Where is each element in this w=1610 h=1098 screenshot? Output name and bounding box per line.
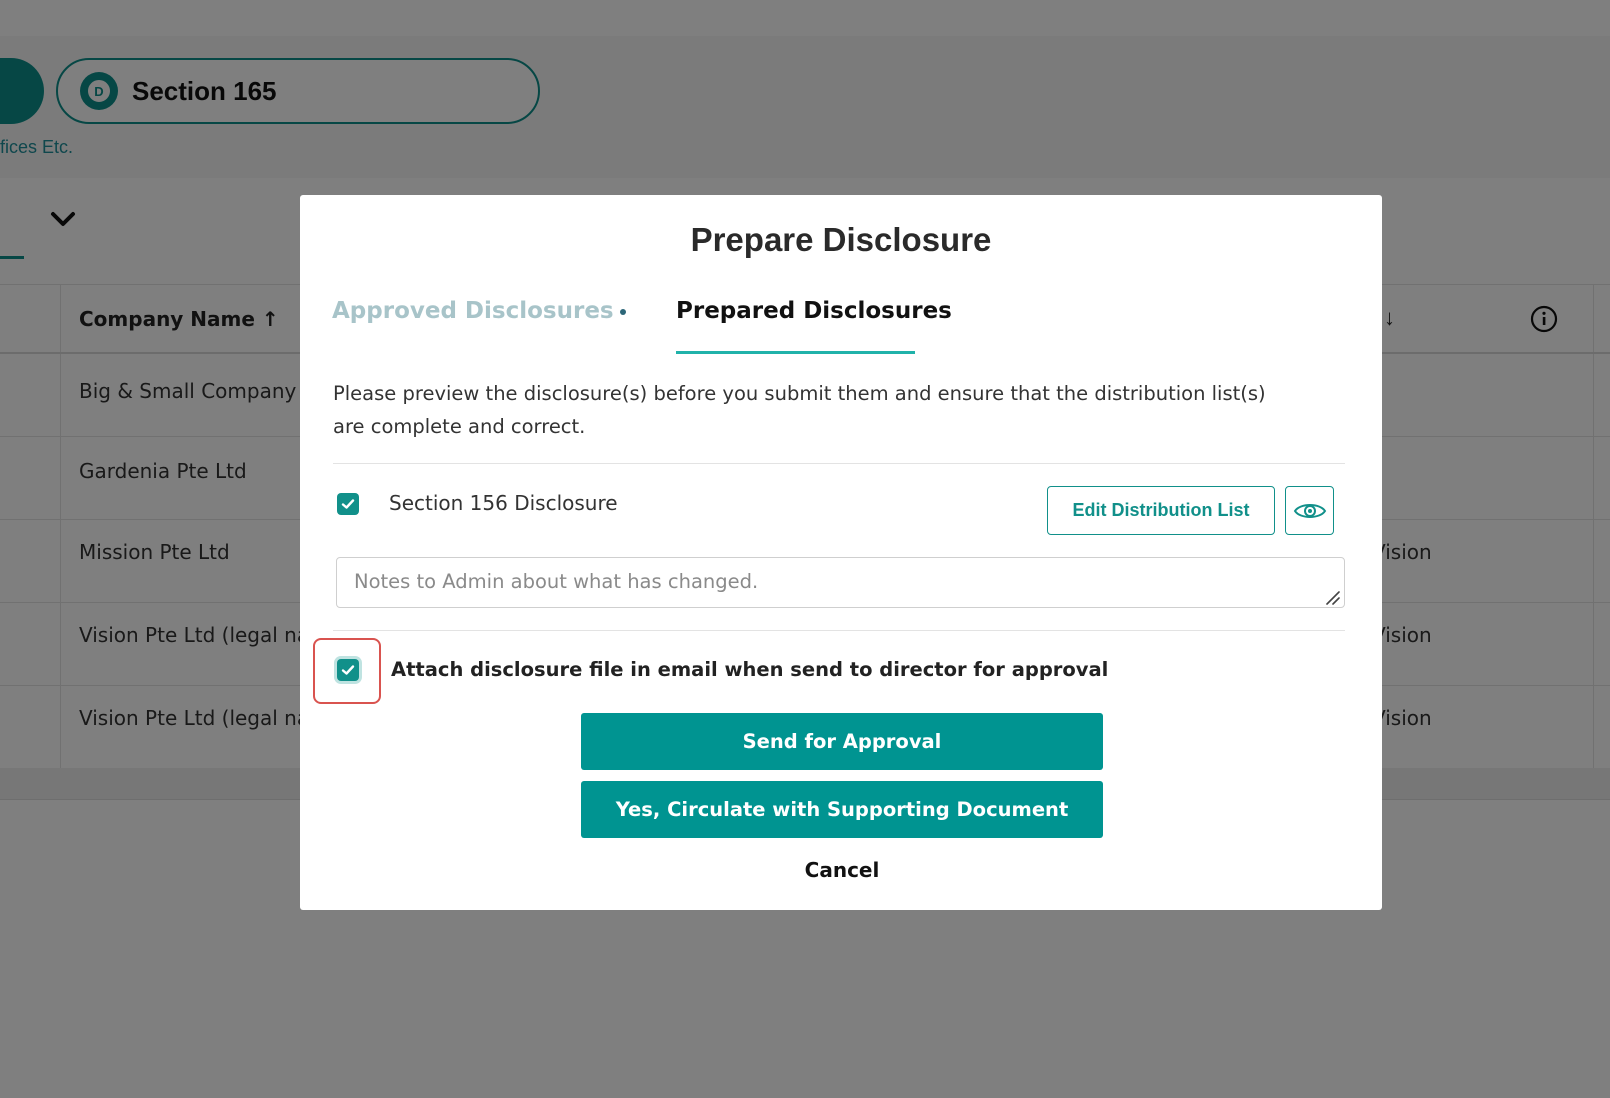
modal-title: Prepare Disclosure [690, 221, 992, 258]
instructions-text: Please preview the disclosure(s) before … [333, 382, 1266, 438]
checkmark-icon [341, 665, 355, 675]
cancel-button[interactable]: Cancel [762, 854, 922, 886]
circulate-with-supporting-document-button[interactable]: Yes, Circulate with Supporting Document [581, 781, 1103, 838]
attach-file-checkbox[interactable] [337, 659, 359, 681]
tab-prepared-disclosures[interactable]: Prepared Disclosures [676, 298, 952, 324]
checkmark-icon [341, 499, 355, 509]
prepare-disclosure-modal: Prepare Disclosure Approved Disclosures … [300, 195, 1382, 910]
send-for-approval-button[interactable]: Send for Approval [581, 713, 1103, 770]
preview-button[interactable] [1285, 486, 1334, 535]
resize-handle-icon[interactable] [1324, 589, 1340, 605]
divider [333, 463, 1345, 464]
disclosure-label: Section 156 Disclosure [389, 491, 618, 515]
tab-approved-disclosures[interactable]: Approved Disclosures [332, 298, 614, 324]
notes-to-admin-field[interactable] [336, 557, 1345, 608]
divider [333, 630, 1345, 631]
edit-distribution-list-button[interactable]: Edit Distribution List [1047, 486, 1275, 535]
active-tab-underline [676, 351, 915, 354]
tab-separator-dot [620, 309, 626, 315]
eye-icon [1293, 503, 1326, 518]
disclosure-checkbox[interactable] [337, 493, 359, 515]
attach-file-label[interactable]: Attach disclosure file in email when sen… [391, 658, 1108, 681]
